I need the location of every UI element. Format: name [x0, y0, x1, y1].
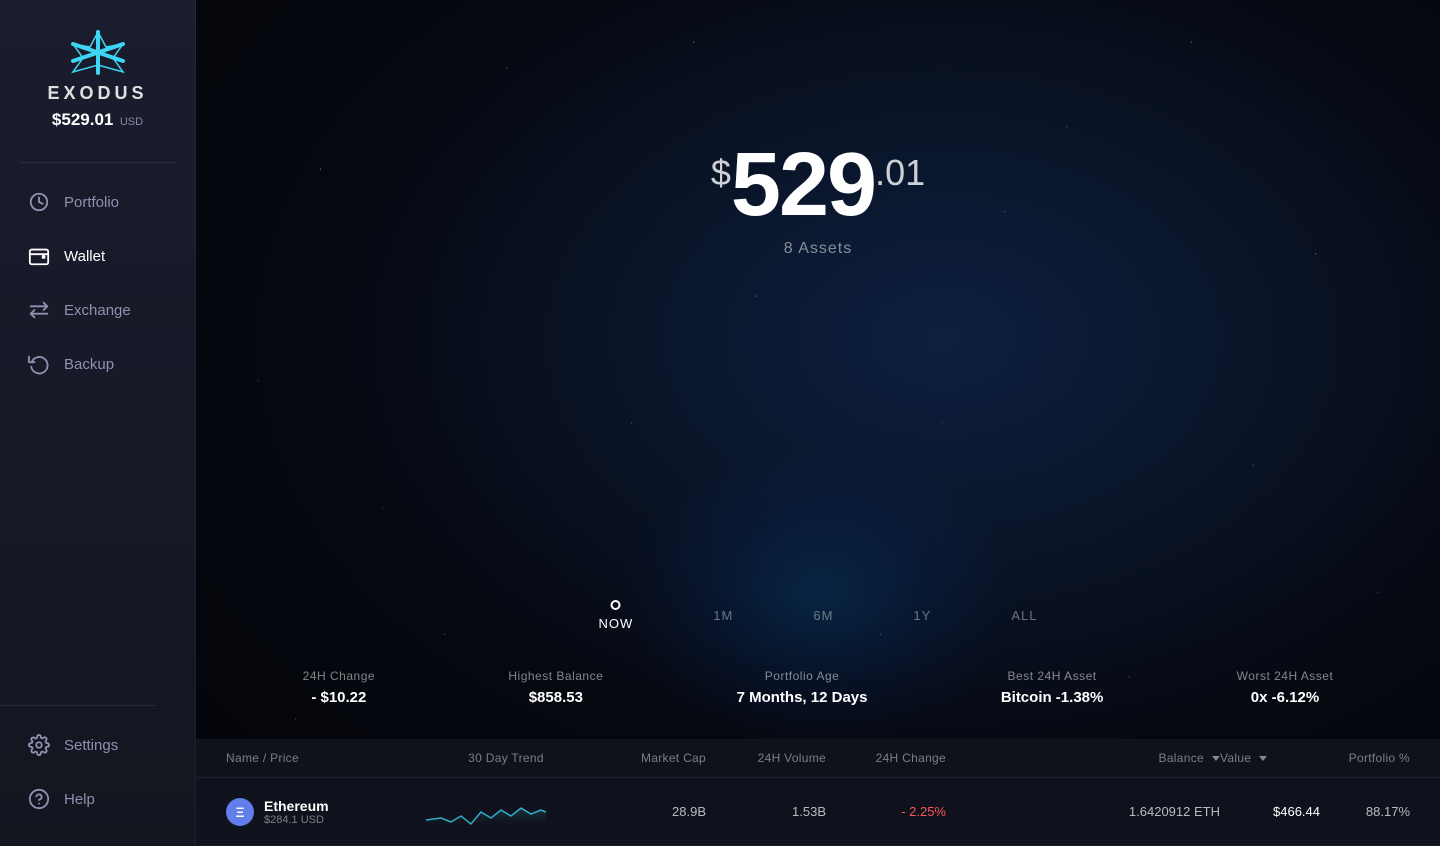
sidebar-item-wallet[interactable]: Wallet: [0, 229, 195, 283]
time-label-1y: 1Y: [913, 608, 931, 623]
stat-portfolio-age: Portfolio Age 7 Months, 12 Days: [737, 669, 868, 706]
portfolio-cents: .01: [875, 152, 925, 194]
time-dot-now: [611, 600, 621, 610]
stat-value-1: $858.53: [508, 689, 603, 706]
sidebar-label-help: Help: [64, 791, 95, 808]
main-content: $ 529 .01 8 Assets NOW 1M 6M 1Y ALL 24H …: [196, 0, 1440, 846]
sidebar-divider-bottom: [0, 705, 156, 706]
eth-icon: Ξ: [226, 798, 254, 826]
sidebar-item-portfolio[interactable]: Portfolio: [0, 175, 195, 229]
time-option-1m[interactable]: 1M: [713, 608, 733, 623]
td-change: - 2.25%: [826, 804, 946, 819]
sidebar-divider: [20, 162, 176, 163]
stat-label-4: Worst 24H Asset: [1237, 669, 1334, 683]
app-name: EXODUS: [47, 83, 147, 104]
time-label-6m: 6M: [813, 608, 833, 623]
time-option-all[interactable]: ALL: [1011, 608, 1037, 623]
stat-value-3: Bitcoin -1.38%: [1001, 689, 1104, 706]
sidebar-label-portfolio: Portfolio: [64, 194, 119, 211]
settings-icon: [28, 734, 50, 756]
sidebar-label-wallet: Wallet: [64, 248, 105, 265]
th-value: Value: [1220, 751, 1320, 765]
stat-worst-asset: Worst 24H Asset 0x -6.12%: [1237, 669, 1334, 706]
th-change: 24H Change: [826, 751, 946, 765]
clock-icon: [28, 191, 50, 213]
td-portfolio: 88.17%: [1320, 804, 1410, 819]
sidebar-item-settings[interactable]: Settings: [0, 718, 195, 772]
stat-value-4: 0x -6.12%: [1237, 689, 1334, 706]
portfolio-amount: $ 529 .01: [711, 140, 925, 230]
asset-name: Ethereum: [264, 798, 329, 814]
currency-label: USD: [120, 116, 143, 128]
portfolio-display: $ 529 .01 8 Assets: [711, 140, 925, 258]
time-label-all: ALL: [1011, 608, 1037, 623]
td-balance: 1.6420912 ETH: [946, 804, 1220, 819]
stat-value-0: - $10.22: [303, 689, 375, 706]
td-asset-name: Ξ Ethereum $284.1 USD: [226, 798, 426, 826]
th-balance: Balance: [946, 751, 1220, 765]
asset-name-block: Ethereum $284.1 USD: [264, 798, 329, 826]
help-icon: [28, 788, 50, 810]
td-value: $466.44: [1220, 804, 1320, 819]
sidebar-bottom: Settings Help: [0, 693, 195, 826]
stat-label-1: Highest Balance: [508, 669, 603, 683]
th-market-cap: Market Cap: [586, 751, 706, 765]
sidebar-item-backup[interactable]: Backup: [0, 337, 195, 391]
balance-sort-icon: [1212, 756, 1220, 761]
td-trend: [426, 790, 586, 833]
stats-bar: 24H Change - $10.22 Highest Balance $858…: [196, 649, 1440, 726]
wallet-icon: [28, 245, 50, 267]
dollar-sign: $: [711, 152, 731, 194]
asset-table: Name / Price 30 Day Trend Market Cap 24H…: [196, 739, 1440, 846]
stat-highest-balance: Highest Balance $858.53: [508, 669, 603, 706]
balance-amount: $529.01 USD: [52, 112, 143, 129]
balance-value: $529.01: [52, 110, 113, 129]
asset-price: $284.1 USD: [264, 814, 329, 826]
table-row[interactable]: Ξ Ethereum $284.1 USD: [196, 778, 1440, 846]
time-selector: NOW 1M 6M 1Y ALL: [599, 600, 1038, 631]
sidebar-balance: $529.01 USD: [52, 110, 143, 130]
time-option-1y[interactable]: 1Y: [913, 608, 931, 623]
sidebar-item-help[interactable]: Help: [0, 772, 195, 826]
stat-24h-change: 24H Change - $10.22: [303, 669, 375, 706]
stat-value-2: 7 Months, 12 Days: [737, 689, 868, 706]
td-volume: 1.53B: [706, 804, 826, 819]
backup-icon: [28, 353, 50, 375]
stat-label-2: Portfolio Age: [737, 669, 868, 683]
exodus-logo-icon: [68, 30, 128, 75]
th-portfolio: Portfolio %: [1320, 751, 1410, 765]
portfolio-main-value: 529: [731, 140, 875, 230]
time-option-now[interactable]: NOW: [599, 600, 634, 631]
value-sort-icon: [1259, 756, 1267, 761]
exchange-icon: [28, 299, 50, 321]
stat-label-0: 24H Change: [303, 669, 375, 683]
sidebar-label-settings: Settings: [64, 737, 118, 754]
time-label-now: NOW: [599, 616, 634, 631]
stat-label-3: Best 24H Asset: [1001, 669, 1104, 683]
th-name-price: Name / Price: [226, 751, 426, 765]
sidebar: EXODUS $529.01 USD Portfolio Wallet: [0, 0, 196, 846]
time-option-6m[interactable]: 6M: [813, 608, 833, 623]
sidebar-item-exchange[interactable]: Exchange: [0, 283, 195, 337]
sidebar-label-exchange: Exchange: [64, 302, 131, 319]
sidebar-label-backup: Backup: [64, 356, 114, 373]
th-trend: 30 Day Trend: [426, 751, 586, 765]
stat-best-asset: Best 24H Asset Bitcoin -1.38%: [1001, 669, 1104, 706]
eth-sparkline: [426, 790, 546, 830]
th-volume: 24H Volume: [706, 751, 826, 765]
td-market-cap: 28.9B: [586, 804, 706, 819]
table-header: Name / Price 30 Day Trend Market Cap 24H…: [196, 739, 1440, 778]
time-label-1m: 1M: [713, 608, 733, 623]
portfolio-asset-count: 8 Assets: [711, 240, 925, 258]
logo-area: EXODUS $529.01 USD: [0, 20, 195, 140]
